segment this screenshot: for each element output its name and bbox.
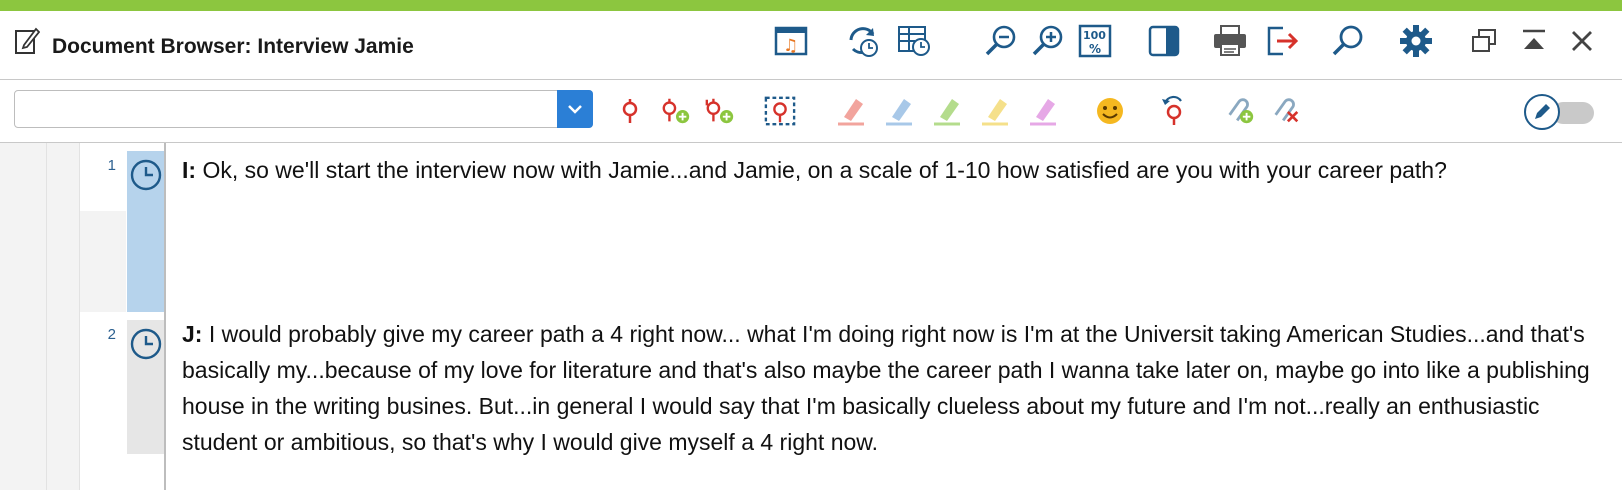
- zoom-out-icon[interactable]: [983, 23, 1019, 59]
- paragraph-number-label: 2: [107, 326, 116, 343]
- content-divider: [164, 143, 166, 490]
- document-area: 1 2 I: Ok, so we'll start the interview …: [0, 143, 1622, 490]
- document-toolbar: [0, 80, 1622, 143]
- speaker-label: I:: [182, 157, 197, 183]
- print-icon[interactable]: [1212, 23, 1248, 59]
- highlight-magenta-icon[interactable]: [1028, 95, 1060, 127]
- link-add-icon[interactable]: [1224, 95, 1256, 127]
- edit-mode-toggle[interactable]: [1524, 94, 1602, 130]
- highlight-blue-icon[interactable]: [884, 95, 916, 127]
- timestamp-column[interactable]: [127, 320, 164, 454]
- settings-gear-icon[interactable]: [1398, 23, 1434, 59]
- clock-icon[interactable]: [130, 159, 162, 195]
- title-bar: Document Browser: Interview Jamie ♫ 100%: [0, 11, 1622, 80]
- paragraph-2[interactable]: J: I would probably give my career path …: [182, 316, 1602, 460]
- code-pin-add-icon[interactable]: [660, 95, 692, 127]
- window-title: Document Browser: Interview Jamie: [52, 35, 414, 58]
- zoom-in-icon[interactable]: [1030, 23, 1066, 59]
- svg-text:%: %: [1089, 42, 1101, 56]
- code-selection-icon[interactable]: [764, 95, 796, 127]
- panel-toggle-icon[interactable]: [1146, 23, 1182, 59]
- paragraph-number-gap: [80, 211, 126, 312]
- emoticon-icon[interactable]: [1094, 95, 1126, 127]
- collapse-up-icon[interactable]: [1516, 23, 1552, 59]
- timestamp-column-active[interactable]: [127, 151, 164, 312]
- highlight-red-icon[interactable]: [836, 95, 868, 127]
- media-player-icon[interactable]: ♫: [773, 23, 809, 59]
- svg-text:100: 100: [1083, 29, 1106, 42]
- code-pin-icon[interactable]: [614, 95, 646, 127]
- code-stripe-column: [0, 143, 47, 490]
- code-pin-add-multi-icon[interactable]: [704, 95, 736, 127]
- highlight-yellow-icon[interactable]: [980, 95, 1012, 127]
- restore-window-icon[interactable]: [1466, 23, 1502, 59]
- paragraph-text: I would probably give my career path a 4…: [182, 321, 1590, 455]
- pencil-icon: [1524, 94, 1560, 130]
- undo-code-icon[interactable]: [1158, 95, 1190, 127]
- paragraph-number[interactable]: 2: [80, 320, 126, 490]
- table-time-icon[interactable]: [897, 23, 933, 59]
- export-icon[interactable]: [1264, 23, 1300, 59]
- svg-text:♫: ♫: [783, 36, 798, 56]
- highlight-green-icon[interactable]: [932, 95, 964, 127]
- code-selector-input[interactable]: [23, 97, 567, 123]
- link-remove-icon[interactable]: [1270, 95, 1302, 127]
- window-accent-bar: [0, 0, 1622, 11]
- edit-document-icon: [14, 25, 41, 57]
- paragraph-text: Ok, so we'll start the interview now wit…: [196, 157, 1447, 183]
- chevron-down-icon[interactable]: [557, 90, 593, 128]
- paragraph-number-label: 1: [107, 157, 116, 174]
- sync-time-icon[interactable]: [845, 23, 881, 59]
- paragraph-1[interactable]: I: Ok, so we'll start the interview now …: [182, 152, 1602, 188]
- clock-icon[interactable]: [130, 328, 162, 364]
- zoom-100-icon[interactable]: 100%: [1077, 23, 1113, 59]
- search-icon[interactable]: [1330, 23, 1366, 59]
- code-selector-combo[interactable]: [14, 90, 593, 128]
- speaker-label: J:: [182, 321, 203, 347]
- memo-column: [47, 143, 80, 490]
- close-icon[interactable]: [1564, 23, 1600, 59]
- paragraph-number[interactable]: 1: [80, 151, 126, 211]
